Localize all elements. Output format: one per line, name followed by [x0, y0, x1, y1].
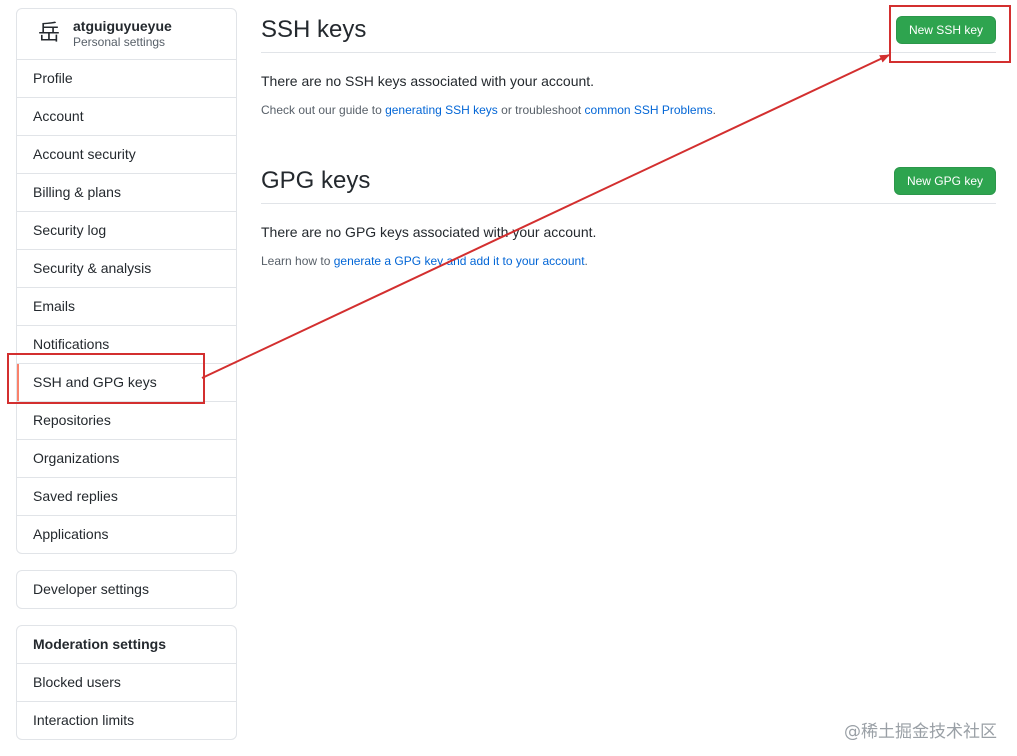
- sidebar-item-notifications[interactable]: Notifications: [17, 326, 236, 364]
- sidebar-item-security-analysis[interactable]: Security & analysis: [17, 250, 236, 288]
- user-block: atguiguyueyue Personal settings: [73, 18, 172, 50]
- generate-gpg-key-link[interactable]: generate a GPG key and add it to your ac…: [334, 254, 585, 268]
- gpg-note-suffix: .: [584, 254, 588, 268]
- gpg-help-note: Learn how to generate a GPG key and add …: [261, 253, 996, 269]
- sidebar-item-saved-replies[interactable]: Saved replies: [17, 478, 236, 516]
- developer-settings-menu: Developer settings: [16, 570, 237, 609]
- personal-settings-subtitle: Personal settings: [73, 35, 166, 49]
- sidebar-item-developer-settings[interactable]: Developer settings: [17, 571, 236, 608]
- sidebar-item-ssh-gpg-keys[interactable]: SSH and GPG keys: [17, 364, 236, 402]
- ssh-note-middle: or troubleshoot: [497, 103, 585, 117]
- generating-ssh-keys-link[interactable]: generating SSH keys: [385, 103, 498, 117]
- sidebar-item-interaction-limits[interactable]: Interaction limits: [17, 702, 236, 739]
- sidebar-item-organizations[interactable]: Organizations: [17, 440, 236, 478]
- moderation-settings-heading: Moderation settings: [17, 626, 236, 664]
- new-gpg-key-button[interactable]: New GPG key: [893, 167, 996, 195]
- sidebar-item-security-log[interactable]: Security log: [17, 212, 236, 250]
- sidebar-item-emails[interactable]: Emails: [17, 288, 236, 326]
- common-ssh-problems-link[interactable]: common SSH Problems: [585, 103, 713, 117]
- sidebar-item-blocked-users[interactable]: Blocked users: [17, 664, 236, 702]
- ssh-keys-title: SSH keys: [261, 16, 367, 43]
- moderation-settings-menu: Moderation settings Blocked users Intera…: [16, 625, 237, 740]
- ssh-keys-header: SSH keys New SSH key: [261, 8, 996, 53]
- main-content: SSH keys New SSH key There are no SSH ke…: [261, 8, 996, 269]
- ssh-note-prefix: Check out our guide to: [261, 103, 386, 117]
- gpg-keys-section: GPG keys New GPG key There are no GPG ke…: [261, 159, 996, 269]
- sidebar-item-billing[interactable]: Billing & plans: [17, 174, 236, 212]
- personal-settings-menu: 岳 atguiguyueyue Personal settings Profil…: [16, 8, 237, 554]
- watermark: @稀土掘金技术社区: [844, 722, 997, 742]
- gpg-keys-header: GPG keys New GPG key: [261, 159, 996, 204]
- settings-sidebar: 岳 atguiguyueyue Personal settings Profil…: [16, 8, 237, 756]
- user-header: 岳 atguiguyueyue Personal settings: [17, 9, 236, 60]
- ssh-keys-section: SSH keys New SSH key There are no SSH ke…: [261, 8, 996, 118]
- sidebar-item-applications[interactable]: Applications: [17, 516, 236, 553]
- ssh-help-note: Check out our guide to generating SSH ke…: [261, 102, 996, 118]
- sidebar-item-account[interactable]: Account: [17, 98, 236, 136]
- gpg-empty-message: There are no GPG keys associated with yo…: [261, 224, 597, 240]
- username[interactable]: atguiguyueyue: [73, 18, 172, 34]
- sidebar-item-profile[interactable]: Profile: [17, 60, 236, 98]
- new-ssh-key-button[interactable]: New SSH key: [895, 16, 996, 44]
- avatar: 岳: [37, 21, 60, 46]
- ssh-note-suffix: .: [712, 103, 716, 117]
- sidebar-item-account-security[interactable]: Account security: [17, 136, 236, 174]
- ssh-empty-message: There are no SSH keys associated with yo…: [261, 73, 595, 89]
- gpg-keys-title: GPG keys: [261, 167, 371, 194]
- gpg-note-prefix: Learn how to: [261, 254, 334, 268]
- sidebar-item-repositories[interactable]: Repositories: [17, 402, 236, 440]
